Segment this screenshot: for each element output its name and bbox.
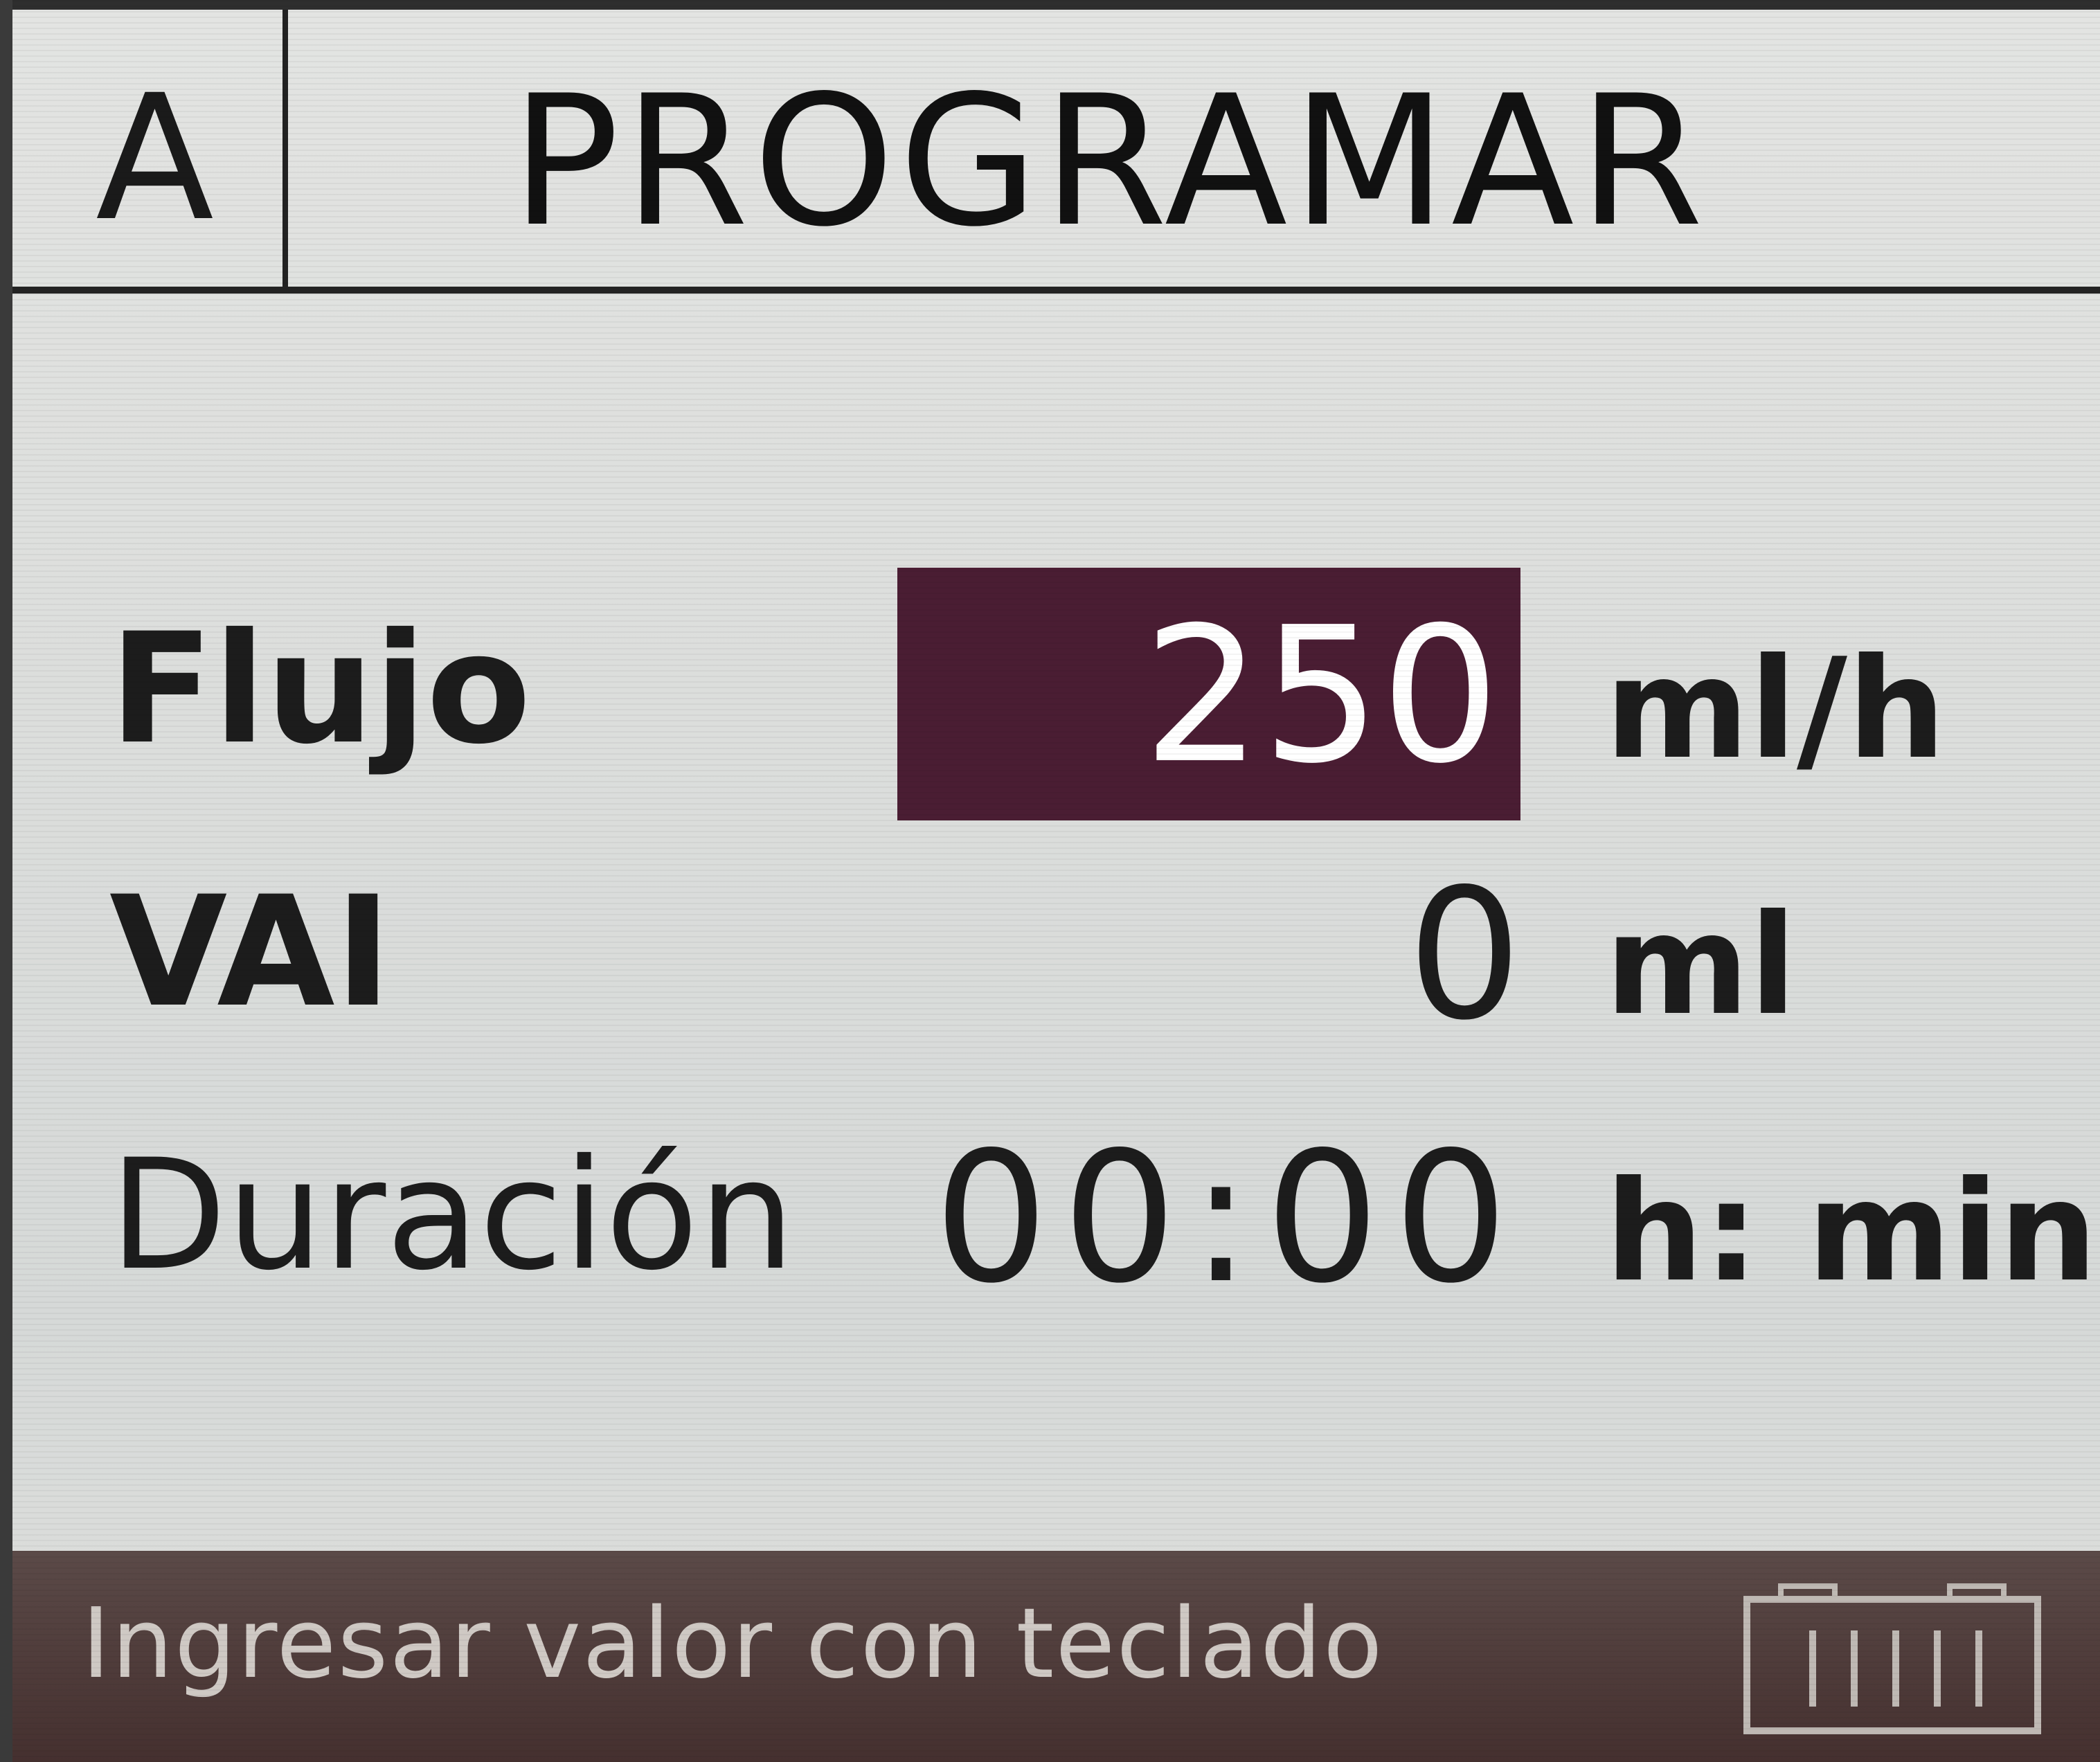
battery-level-bars — [1809, 1630, 1982, 1707]
hint-text: Ingresar valor con teclado — [82, 1588, 1384, 1700]
duration-unit: h: min — [1605, 1151, 2098, 1313]
battery-icon — [1743, 1583, 2041, 1734]
battery-bar — [1934, 1630, 1941, 1707]
pump-screen: A PROGRAMAR Flujo 250 ml/h VAI 0 ml Dura… — [12, 0, 2100, 1762]
screen-top-edge — [12, 0, 2100, 10]
status-bar: Ingresar valor con teclado — [12, 1551, 2100, 1762]
vai-label: VAI — [109, 863, 392, 1041]
duration-label: Duración — [109, 1126, 796, 1304]
duration-value-field[interactable]: 00:00 — [934, 1129, 1522, 1309]
battery-bar — [1975, 1630, 1982, 1707]
channel-cell: A — [12, 10, 288, 287]
flow-value-field[interactable]: 250 — [897, 568, 1520, 820]
battery-bar — [1851, 1630, 1858, 1707]
flow-value: 250 — [1142, 586, 1500, 804]
battery-bar — [1809, 1630, 1816, 1707]
battery-bar — [1892, 1630, 1899, 1707]
flow-label: Flujo — [109, 600, 531, 777]
vai-value-field[interactable]: 0 — [1408, 865, 1522, 1045]
flow-unit: ml/h — [1605, 629, 1946, 790]
page-title: PROGRAMAR — [511, 57, 1708, 267]
header-divider — [12, 287, 2100, 294]
vai-unit: ml — [1605, 885, 1797, 1046]
header: A PROGRAMAR — [12, 10, 2100, 287]
channel-letter: A — [96, 57, 215, 259]
